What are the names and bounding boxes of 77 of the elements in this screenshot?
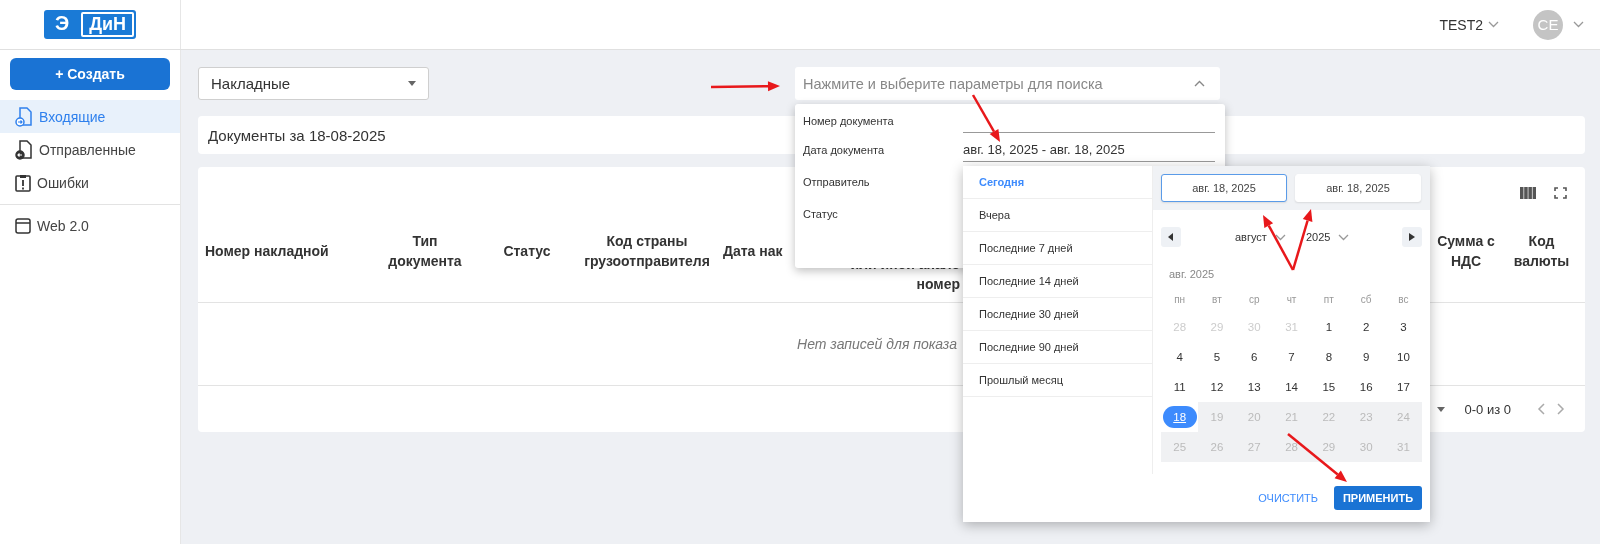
chevron-down-icon [1274,233,1286,241]
date-preset[interactable]: Последние 14 дней [963,265,1152,298]
sidebar-item[interactable]: Web 2.0 [0,209,180,242]
document-type-select[interactable]: Накладные [198,67,429,100]
weekday-label: ср [1247,293,1261,307]
calendar-day[interactable]: 8 [1310,342,1348,372]
logo: Э ДиН [43,10,137,39]
apply-button[interactable]: ПРИМЕНИТЬ [1334,486,1422,510]
chevron-down-icon [1338,233,1350,241]
caret-left-icon [1168,233,1174,241]
calendar-day[interactable]: 2 [1347,312,1385,342]
column-header: Сумма с НДС [1436,231,1496,271]
calendar-day[interactable]: 12 [1198,372,1236,402]
date-preset[interactable]: Последние 30 дней [963,298,1152,331]
caret-right-icon [1409,233,1415,241]
end-date-field[interactable]: авг. 18, 2025 [1295,174,1421,202]
caret-icon[interactable] [1436,406,1445,412]
columns-icon[interactable] [1520,187,1536,199]
column-header: Код страны грузоотправителя [583,231,711,271]
previous-month-button[interactable] [1161,227,1181,247]
empty-message: Нет записей для показа [797,336,957,352]
calendar-day[interactable]: 16 [1347,372,1385,402]
month-caption: авг. 2025 [1169,268,1216,280]
pagination-range: 0-0 из 0 [1464,401,1511,417]
calendar-day[interactable]: 15 [1310,372,1348,402]
annotation-arrow [1287,433,1347,482]
chevron-down-icon [1573,21,1584,28]
calendar-day[interactable]: 1 [1310,312,1348,342]
alert-icon [15,173,31,192]
start-date-field[interactable]: авг. 18, 2025 [1161,174,1287,202]
annotation-arrow [971,94,1000,142]
calendar-day[interactable]: 9 [1347,342,1385,372]
weekday-label: сб [1359,293,1373,307]
annotation-arrow [711,81,780,92]
input-field[interactable]: авг. 18, 2025 - авг. 18, 2025 [963,142,1215,162]
sidebar-item[interactable]: Ошибки [0,166,180,199]
month-select[interactable]: август [1235,231,1286,243]
create-button[interactable]: + Создать [10,58,170,90]
column-header: Тип документа [387,231,463,271]
organization-menu[interactable]: TEST2 [1439,16,1499,33]
calendar-day[interactable]: 6 [1235,342,1273,372]
date-preset[interactable]: Последние 90 дней [963,331,1152,364]
calendar-day[interactable]: 4 [1161,342,1199,372]
weekday-label: пт [1322,293,1335,307]
fullscreen-icon[interactable] [1554,187,1567,199]
column-header: Номер накладной [204,241,330,261]
field-label: Статус [802,208,839,222]
weekday-label: вт [1211,293,1223,307]
weekday-label: вс [1397,293,1410,307]
calendar-day[interactable]: 5 [1198,342,1236,372]
calendar-day[interactable]: 7 [1272,342,1311,372]
search-field[interactable]: Нажмите и выберите параметры для поиска [795,67,1220,100]
calendar-day[interactable]: 11 [1161,372,1199,402]
date-preset[interactable]: Прошлый месяц [963,364,1152,397]
chevron-down-icon [1488,21,1499,28]
calendar-day[interactable]: 10 [1384,342,1423,372]
date-preset[interactable]: Последние 7 дней [963,232,1152,265]
column-header: Статус [502,241,552,261]
field-label: Дата документа [802,144,886,158]
field-label: Отправитель [802,176,871,190]
weekday-label: пн [1173,293,1187,307]
sidebar-item[interactable]: Отправленные [0,133,180,166]
field-label: Номер документа [802,115,895,129]
page-title: Документы за 18-08-2025 [208,126,386,144]
year-select[interactable]: 2025 [1305,231,1350,243]
calendar-day[interactable]: 17 [1384,372,1423,402]
weekday-label: чт [1285,293,1298,307]
window-icon [15,217,31,234]
next-month-button[interactable] [1402,227,1422,247]
calendar-day[interactable]: 3 [1384,312,1423,342]
column-header: Дата нак [722,241,784,261]
calendar-day[interactable]: 14 [1272,372,1311,402]
document-in-icon [15,106,33,127]
date-preset[interactable]: Вчера [963,199,1152,232]
document-out-icon [15,139,33,160]
column-header: Код валюты [1512,231,1571,271]
calendar-day[interactable]: 13 [1235,372,1273,402]
